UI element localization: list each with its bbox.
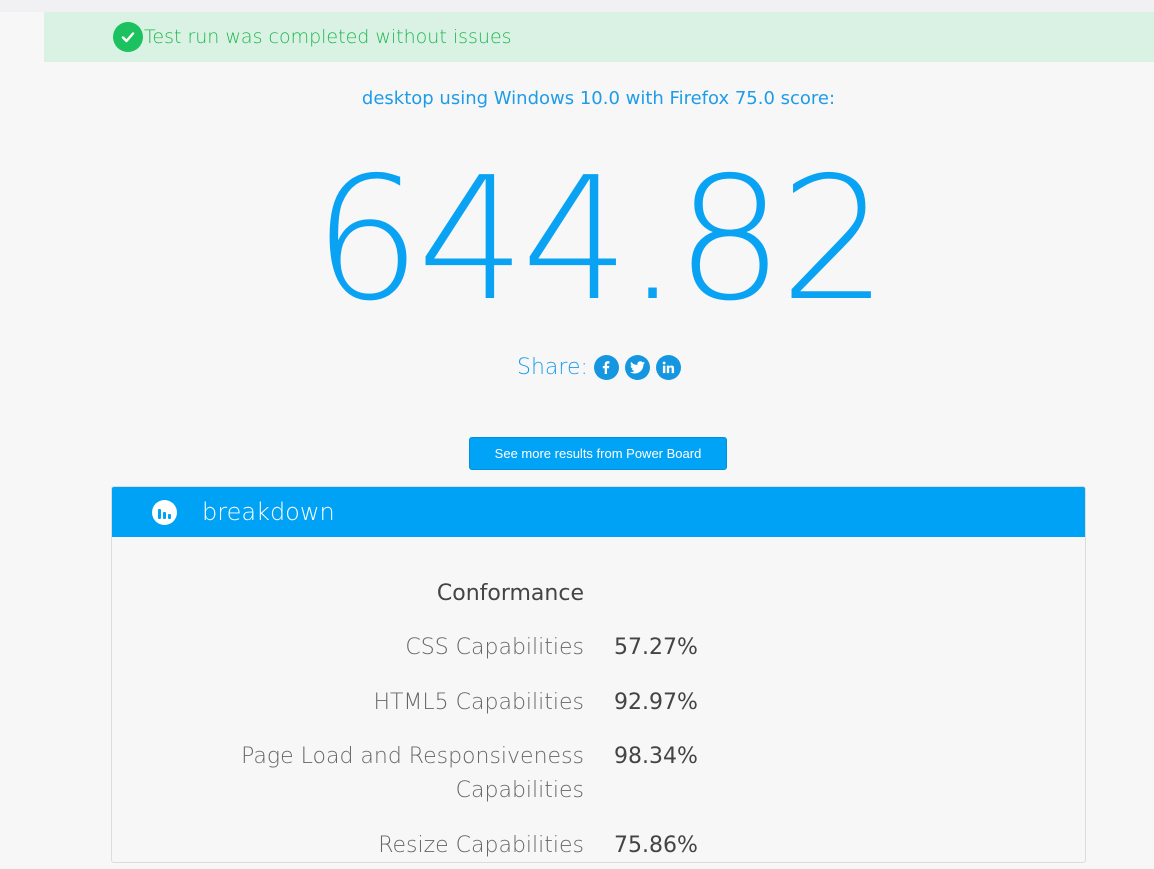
breakdown-header[interactable]: breakdown bbox=[112, 487, 1085, 537]
resize-capabilities-label: Resize Capabilities bbox=[378, 833, 584, 858]
page-load-label-line1: Page Load and Responsiveness bbox=[241, 744, 584, 769]
bar-chart-icon bbox=[152, 500, 177, 525]
breakdown-panel: breakdown Conformance CSS Capabilities 5… bbox=[111, 486, 1086, 863]
power-board-button[interactable]: See more results from Power Board bbox=[469, 437, 727, 470]
page-load-label-line2: Capabilities bbox=[455, 778, 584, 803]
page-load-value: 98.34% bbox=[614, 744, 698, 769]
check-circle-icon bbox=[113, 22, 143, 52]
top-strip bbox=[0, 0, 1154, 12]
score-value: 644.82 bbox=[313, 141, 888, 339]
html5-capabilities-value: 92.97% bbox=[614, 690, 698, 715]
linkedin-icon[interactable] bbox=[655, 354, 681, 380]
share-bar: Share: bbox=[517, 352, 687, 382]
twitter-icon[interactable] bbox=[624, 354, 650, 380]
resize-capabilities-value: 75.86% bbox=[614, 833, 698, 858]
css-capabilities-value: 57.27% bbox=[614, 635, 698, 660]
score-subtitle: desktop using Windows 10.0 with Firefox … bbox=[361, 88, 836, 109]
alert-message: Test run was completed without issues bbox=[144, 26, 512, 48]
facebook-icon[interactable] bbox=[593, 354, 619, 380]
share-label: Share: bbox=[517, 354, 588, 380]
html5-capabilities-label: HTML5 Capabilities bbox=[373, 690, 584, 715]
success-alert: Test run was completed without issues bbox=[44, 12, 1154, 62]
breakdown-title: breakdown bbox=[202, 498, 335, 526]
css-capabilities-label: CSS Capabilities bbox=[405, 635, 584, 660]
conformance-heading: Conformance bbox=[436, 581, 584, 606]
results-page: Test run was completed without issues de… bbox=[0, 0, 1154, 869]
